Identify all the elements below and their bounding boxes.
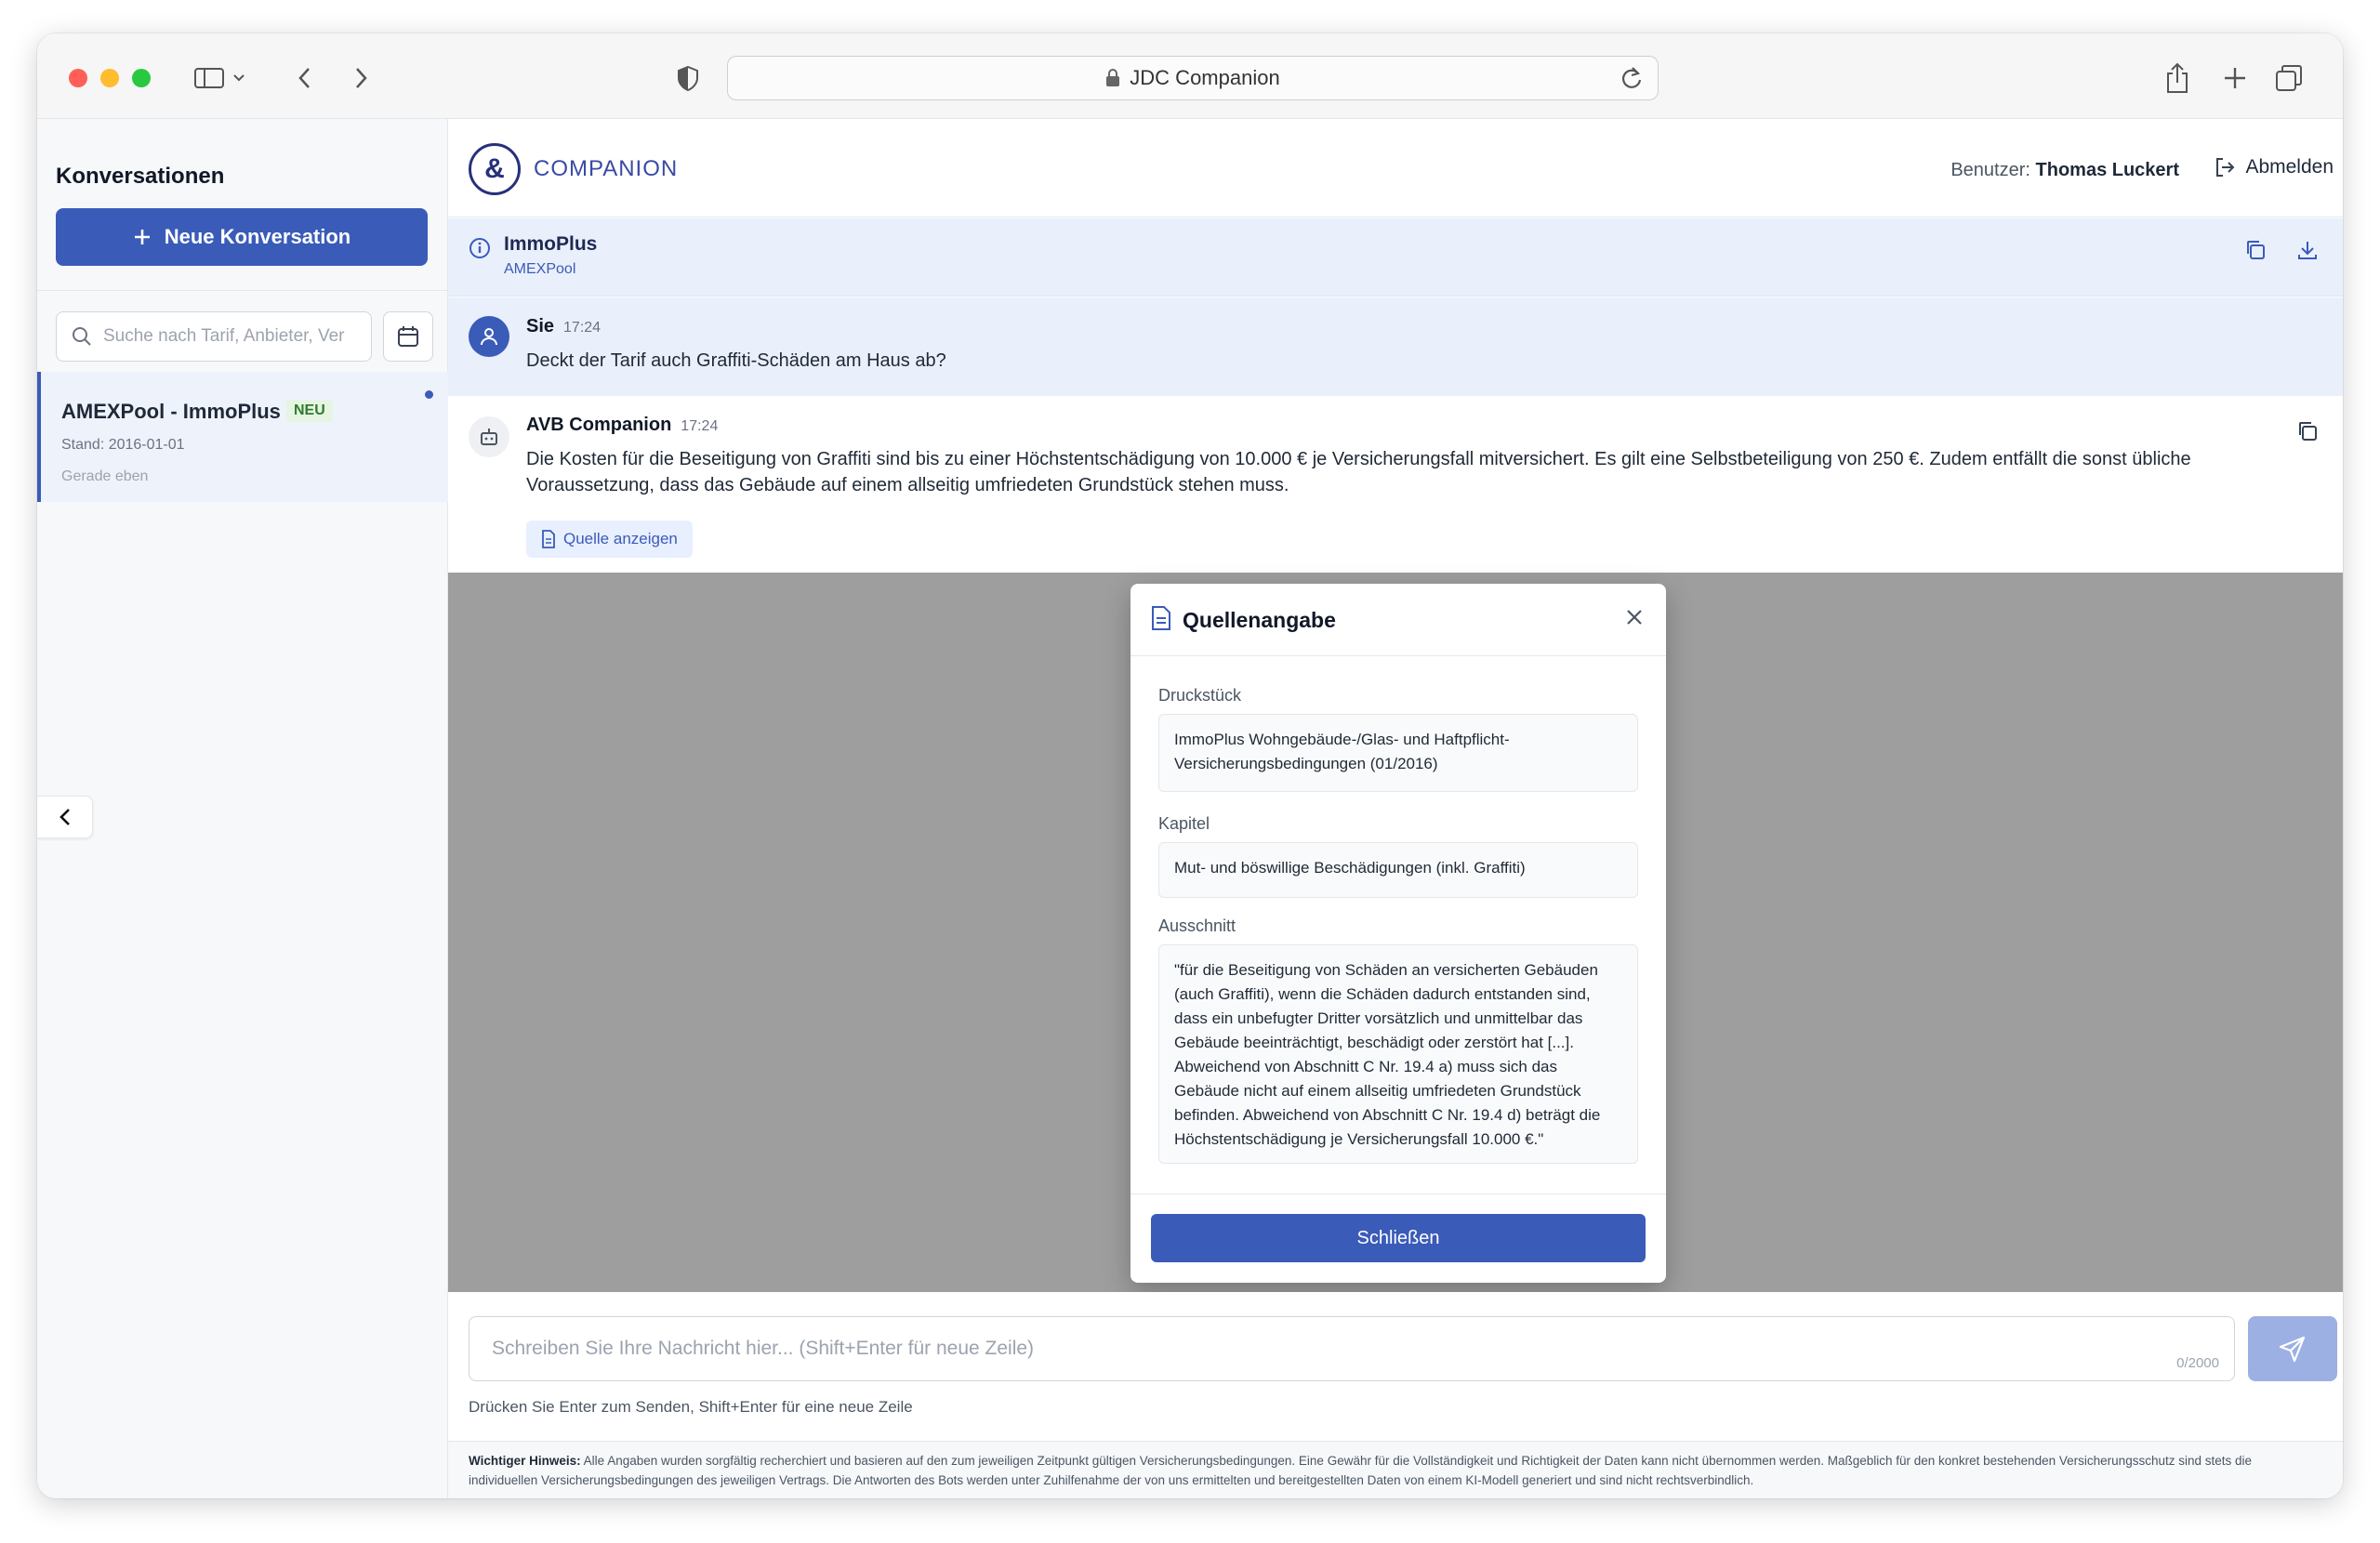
browser-toolbar: JDC Companion: [37, 33, 2343, 119]
minimize-window-button[interactable]: [100, 69, 119, 87]
user-avatar: [469, 316, 509, 357]
sidebar-divider: [37, 290, 448, 291]
source-modal: Quellenangabe Druckstück ImmoPlus Wohnge…: [1130, 584, 1666, 1283]
conversation-sidebar: Konversationen Neue Konversation Suche n…: [37, 119, 448, 1498]
bot-avatar: [469, 416, 509, 457]
message-input[interactable]: Schreiben Sie Ihre Nachricht hier... (Sh…: [469, 1316, 2235, 1381]
message-composer: Schreiben Sie Ihre Nachricht hier... (Sh…: [448, 1292, 2343, 1498]
logout-label: Abmelden: [2245, 156, 2334, 178]
druckstueck-value: ImmoPlus Wohngebäude-/Glas- und Haftpfli…: [1158, 714, 1638, 792]
message-header: Sie 17:24: [526, 316, 601, 337]
message-sender: AVB Companion: [526, 415, 672, 435]
user-icon: [479, 326, 499, 347]
ausschnitt-label: Ausschnitt: [1158, 917, 1236, 935]
logout-icon: [2214, 156, 2236, 178]
user-message: Sie 17:24 Deckt der Tarif auch Graffiti-S…: [448, 297, 2343, 396]
bot-message: AVB Companion 17:24 Die Kosten für die Be…: [448, 396, 2343, 573]
app-header: & COMPANION Benutzer: Thomas Luckert Abm…: [448, 119, 2343, 218]
message-text: Die Kosten für die Beseitigung von Graff…: [526, 449, 2191, 495]
ausschnitt-value: "für die Beseitigung von Schäden an vers…: [1158, 944, 1638, 1164]
unread-dot: [425, 390, 433, 399]
conversation-name: AMEXPool - ImmoPlus: [61, 400, 281, 423]
tab-overview-icon[interactable]: [2270, 59, 2307, 97]
zoom-window-button[interactable]: [132, 69, 151, 87]
search-icon: [72, 326, 92, 347]
collapse-sidebar-button[interactable]: [37, 796, 93, 838]
conversation-date: Stand: 2016-01-01: [61, 437, 185, 453]
new-conversation-label: Neue Konversation: [164, 225, 351, 248]
char-counter: 0/2000: [2176, 1355, 2219, 1371]
download-icon[interactable]: [2296, 239, 2319, 261]
new-badge: NEU: [286, 400, 333, 422]
tariff-title: ImmoPlus: [504, 233, 598, 255]
tariff-provider: AMEXPool: [504, 261, 576, 277]
reload-icon[interactable]: [1620, 66, 1643, 90]
send-button[interactable]: [2248, 1316, 2337, 1381]
message-time: 17:24: [563, 320, 602, 336]
message-sender: Sie: [526, 316, 555, 336]
message-time: 17:24: [681, 418, 719, 434]
address-bar[interactable]: JDC Companion: [727, 56, 1659, 100]
search-placeholder: Suche nach Tarif, Anbieter, Ver: [103, 326, 345, 346]
companion-logo: &: [469, 143, 521, 195]
logout-button[interactable]: Abmelden: [2214, 156, 2334, 178]
sidebar-toggle-icon[interactable]: [192, 59, 247, 97]
modal-header: Quellenangabe: [1130, 584, 1666, 656]
lock-icon: [1105, 69, 1120, 87]
share-icon[interactable]: [2159, 59, 2196, 97]
robot-icon: [478, 426, 500, 448]
document-icon: [1151, 606, 1171, 630]
modal-overlay[interactable]: Quellenangabe Druckstück ImmoPlus Wohnge…: [448, 573, 2343, 1292]
new-conversation-button[interactable]: Neue Konversation: [56, 208, 428, 266]
conversation-time: Gerade eben: [61, 468, 149, 484]
chevron-left-icon: [58, 807, 73, 827]
kapitel-label: Kapitel: [1158, 814, 1210, 833]
druckstueck-label: Druckstück: [1158, 686, 1242, 705]
chat-main: & COMPANION Benutzer: Thomas Luckert Abm…: [448, 119, 2343, 1498]
user-label: Benutzer:: [1950, 160, 2030, 180]
back-arrow-icon[interactable]: [286, 59, 324, 97]
close-icon[interactable]: [1623, 606, 1646, 628]
document-icon: [541, 530, 556, 548]
show-source-label: Quelle anzeigen: [563, 530, 678, 547]
message-text: Deckt der Tarif auch Graffiti-Schäden am…: [526, 350, 946, 371]
disclaimer-text: Alle Angaben wurden sorgfältig recherchi…: [469, 1454, 2253, 1487]
user-name: Thomas Luckert: [2035, 160, 2179, 180]
address-text: JDC Companion: [1130, 66, 1280, 89]
message-placeholder: Schreiben Sie Ihre Nachricht hier... (Sh…: [492, 1338, 1035, 1359]
close-window-button[interactable]: [69, 69, 87, 87]
browser-window: JDC Companion Konversationen Neue Konver…: [37, 33, 2343, 1498]
brand-name: COMPANION: [534, 156, 679, 181]
send-icon: [2279, 1335, 2307, 1363]
show-source-button[interactable]: Quelle anzeigen: [526, 521, 693, 558]
forward-arrow-icon[interactable]: [342, 59, 379, 97]
tariff-info-bar: ImmoPlus AMEXPool: [448, 218, 2343, 297]
info-icon: [469, 237, 491, 259]
conversation-item[interactable]: AMEXPool - ImmoPlus NEU Stand: 2016-01-0…: [37, 372, 448, 502]
disclaimer-label: Wichtiger Hinweis:: [469, 1454, 581, 1468]
composer-hint: Drücken Sie Enter zum Senden, Shift+Ente…: [469, 1398, 913, 1416]
close-modal-button[interactable]: Schließen: [1151, 1214, 1646, 1262]
sidebar-title: Konversationen: [56, 164, 225, 189]
user-info: Benutzer: Thomas Luckert: [1950, 160, 2179, 181]
privacy-shield-icon[interactable]: [669, 59, 707, 97]
kapitel-value: Mut- und böswillige Beschädigungen (inkl…: [1158, 842, 1638, 898]
new-tab-icon[interactable]: [2216, 59, 2254, 97]
modal-title: Quellenangabe: [1183, 608, 1336, 632]
date-filter-button[interactable]: [383, 311, 433, 362]
calendar-icon: [397, 325, 419, 348]
conversation-search-input[interactable]: Suche nach Tarif, Anbieter, Ver: [56, 311, 372, 362]
disclaimer: Wichtiger Hinweis: Alle Angaben wurden s…: [448, 1441, 2343, 1498]
message-header: AVB Companion 17:24: [526, 415, 718, 436]
copy-icon[interactable]: [2244, 239, 2267, 261]
plus-icon: [133, 228, 152, 246]
copy-icon[interactable]: [2296, 420, 2319, 442]
